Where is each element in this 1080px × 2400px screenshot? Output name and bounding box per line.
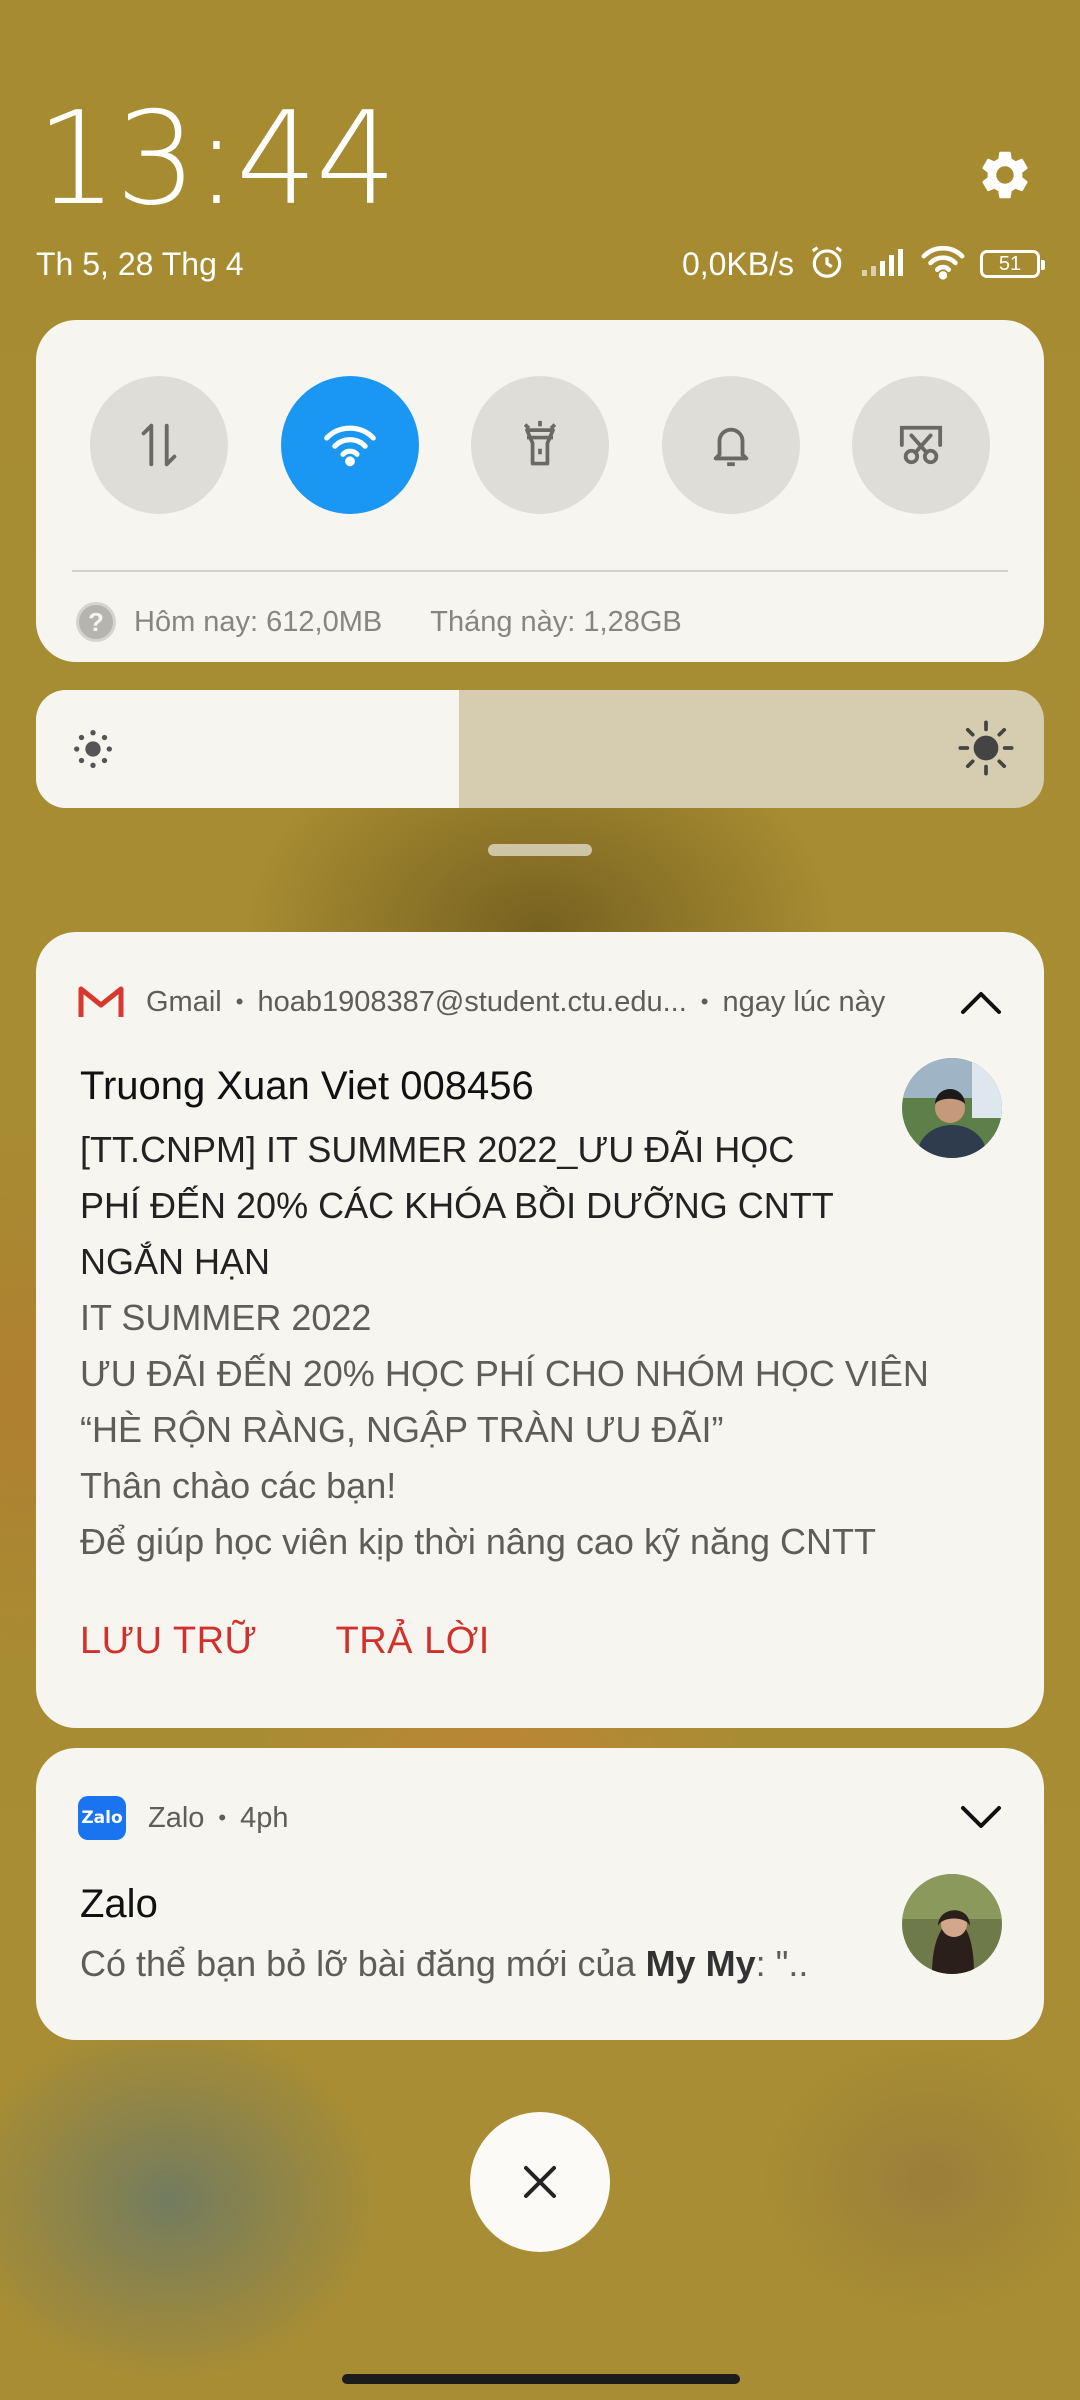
reply-button[interactable]: TRẢ LỜI [336,1620,490,1663]
notification-title: Zalo [80,1882,158,1926]
snippet-line: ƯU ĐÃI ĐẾN 20% HỌC PHÍ CHO NHÓM HỌC VIÊN [80,1353,929,1394]
data-usage-today: Hôm nay: 612,0MB [134,605,383,638]
sound-toggle[interactable] [661,376,800,514]
mentioned-name: My My [645,1943,756,1984]
brightness-high-icon [958,720,1014,781]
scissors-icon [899,425,943,465]
data-usage-month: Tháng này: 1,28GB [430,605,682,638]
screenshot-toggle[interactable] [852,376,990,514]
subject-line: PHÍ ĐẾN 20% CÁC KHÓA BỒI DƯỠNG CNTT [80,1185,834,1226]
collapse-chevron-up-icon[interactable] [958,979,1004,1025]
data-transfer-icon [141,423,177,467]
wifi-status-icon [920,244,966,285]
wifi-icon [323,425,376,467]
notification-header: Gmail • hoab1908387@student.ctu.edu... •… [78,978,1004,1026]
data-usage-row[interactable]: ? Hôm nay: 612,0MB Tháng này: 1,28GB [76,596,682,648]
settings-gear-icon[interactable] [976,146,1034,204]
flashlight-icon [523,420,557,466]
archive-button[interactable]: LƯU TRỮ [80,1620,258,1663]
app-name: Gmail [146,985,222,1018]
panel-drag-handle[interactable] [488,844,592,856]
flashlight-toggle[interactable] [471,376,609,514]
app-name: Zalo [148,1801,205,1834]
quick-settings-panel: ? Hôm nay: 612,0MB Tháng này: 1,28GB [36,320,1044,662]
home-indicator[interactable] [342,2374,740,2384]
help-icon[interactable]: ? [76,602,116,642]
notification-body: [TT.CNPM] IT SUMMER 2022_ƯU ĐÃI HỌC PHÍ … [80,1122,960,1570]
date-label[interactable]: Th 5, 28 Thg 4 [36,246,244,283]
network-speed: 0,0KB/s [681,245,794,282]
subject-line: NGẮN HẠN [80,1241,271,1282]
zalo-logo-icon: Zalo [78,1796,126,1840]
snippet-line: Thân chào các bạn! [80,1465,397,1506]
notification-sender: Truong Xuan Viet 008456 [80,1064,534,1108]
snippet-line: IT SUMMER 2022 [80,1297,372,1338]
status-bar: 0,0KB/s 51 [681,240,1045,288]
zalo-notification[interactable]: Zalo Zalo • 4ph Zalo Có thể bạn bỏ lỡ bà… [36,1748,1044,2040]
mobile-data-toggle[interactable] [90,376,228,514]
brightness-slider[interactable] [36,690,1044,808]
account-email: hoab1908387@student.ctu.edu... [257,985,687,1018]
snippet-line: “HÈ RỘN RÀNG, NGẬP TRÀN ƯU ĐÃI” [80,1409,724,1450]
subject-line: [TT.CNPM] IT SUMMER 2022_ƯU ĐÃI HỌC [80,1129,795,1170]
snippet-line: Để giúp học viên kịp thời nâng cao kỹ nă… [80,1521,877,1562]
wifi-toggle[interactable] [280,376,419,514]
notification-actions: LƯU TRỮ TRẢ LỜI [80,1620,490,1663]
gmail-notification[interactable]: Gmail • hoab1908387@student.ctu.edu... •… [36,932,1044,1728]
sender-avatar [902,1874,1002,1974]
notification-time: ngay lúc này [722,985,886,1018]
brightness-low-icon [68,726,118,777]
divider [72,570,1008,572]
notification-time: 4ph [240,1801,289,1834]
signal-icon [860,246,906,283]
quick-toggles-row [90,376,990,516]
close-icon [524,2166,556,2198]
gmail-logo-icon [78,986,124,1017]
clear-all-button[interactable] [470,2112,610,2252]
notification-header: Zalo Zalo • 4ph [78,1794,1004,1842]
notification-body: Có thể bạn bỏ lỡ bài đăng mới của My My:… [80,1943,809,1984]
bell-icon [713,427,748,467]
alarm-icon [808,243,846,286]
battery-icon: 51 [980,250,1045,278]
clock[interactable]: 13:44 [36,96,397,224]
expand-chevron-down-icon[interactable] [958,1795,1004,1841]
